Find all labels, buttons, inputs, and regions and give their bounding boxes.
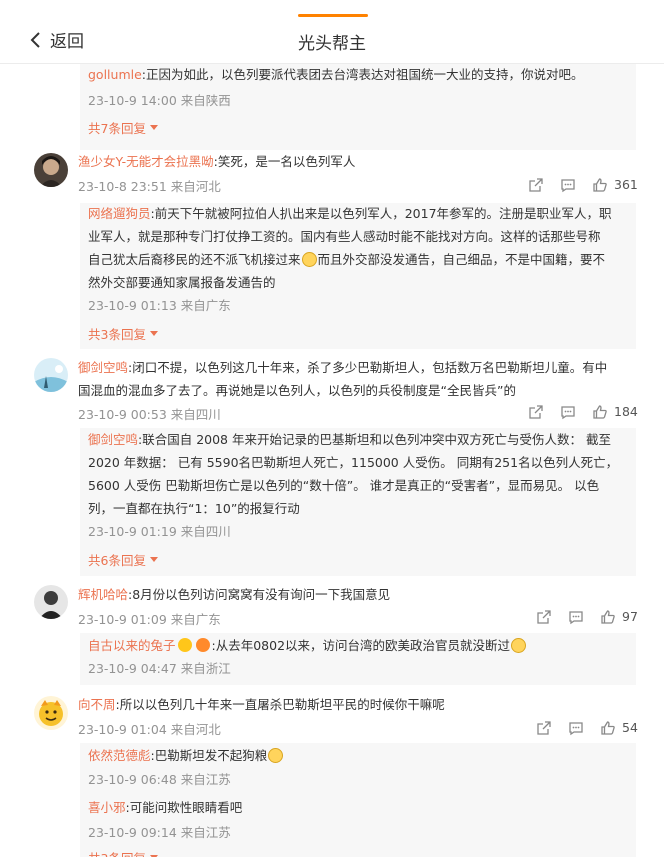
reply-content: gollumle:正因为如此，以色列要派代表团去台湾表达对祖国统一大业的支持，你… xyxy=(88,63,630,86)
reply-username[interactable]: 御剑空鸣 xyxy=(88,432,138,447)
more-replies-label: 共3条回复 xyxy=(88,848,146,857)
caret-down-icon xyxy=(149,330,158,336)
like-count: 54 xyxy=(622,720,638,735)
comment-text: :8月份以色列访问窝窝有没有询问一下我国意见 xyxy=(128,587,391,602)
reply-text-line: 5600 人受伤 巴勒斯坦伤亡是以色列的“数十倍”。 谁才是真正的“受害者”，显… xyxy=(88,478,600,493)
like-count: 97 xyxy=(622,609,638,624)
caret-down-icon xyxy=(149,124,158,130)
reply-username[interactable]: 喜小邪 xyxy=(88,800,126,815)
reply-content: 依然范德彪:巴勒斯坦发不起狗粮 xyxy=(88,744,630,767)
share-icon[interactable] xyxy=(528,404,544,420)
caret-down-icon xyxy=(149,854,158,857)
like-icon[interactable] xyxy=(600,609,616,625)
reply-text: :可能问欺性眼睛看吧 xyxy=(125,800,243,815)
reply-username[interactable]: 网络遛狗员 xyxy=(88,206,151,221)
reply-text-line: :联合国自 2008 年来开始记录的巴基斯坦和以色列冲突中双方死亡与受伤人数： … xyxy=(138,432,611,447)
avatar[interactable] xyxy=(34,585,68,619)
comment-content: 向不周:所以以色列几十年来一直屠杀巴勒斯坦平民的时候你干嘛呢 xyxy=(78,693,638,716)
reply-username[interactable]: gollumle xyxy=(88,67,142,82)
share-icon[interactable] xyxy=(536,720,552,736)
reply-text: :巴勒斯坦发不起狗粮 xyxy=(150,748,268,763)
avatar[interactable] xyxy=(34,358,68,392)
emoji-icon xyxy=(511,638,527,653)
share-icon[interactable] xyxy=(536,609,552,625)
reply-text-line: 业军人，就是那种专门打仗挣工资的。国内有些人感动时能不能找对方向。这样的话那些号… xyxy=(88,229,601,244)
reply-meta: 23-10-9 01:19 来自四川 xyxy=(88,524,231,539)
comment-username[interactable]: 渔少女Y-无能才会拉黑呦 xyxy=(78,154,214,169)
comment-username[interactable]: 辉机哈哈 xyxy=(78,587,128,602)
comment-content: 御剑空鸣:闭口不提，以色列这几十年来，杀了多少巴勒斯坦人，包括数万名巴勒斯坦儿童… xyxy=(78,356,638,379)
more-replies-link[interactable]: 共6条回复 xyxy=(88,550,159,569)
reply-content: 网络遛狗员:前天下午就被阿拉伯人扒出来是以色列军人，2017年参军的。注册是职业… xyxy=(88,202,630,225)
reply-content: 自古以来的兔子 :从去年0802以来，访问台湾的欧美政治官员就没断过 xyxy=(88,634,630,657)
reply-text-line: 然外交部要通知家属报备发通告的 xyxy=(88,275,276,290)
comment-icon[interactable] xyxy=(568,609,584,625)
emoji-icon xyxy=(301,252,317,267)
reply-meta: 23-10-9 09:14 来自江苏 xyxy=(88,825,231,840)
like-count: 361 xyxy=(614,177,638,192)
comment-text-line: 国混血的混血多了去了。再说她是以色列人，以色列的兵役制度是“全民皆兵”的 xyxy=(78,383,516,398)
comment-text: :所以以色列几十年来一直屠杀巴勒斯坦平民的时候你干嘛呢 xyxy=(115,697,445,712)
reply-meta: 23-10-9 01:13 来自广东 xyxy=(88,298,231,313)
reply-text-line: 自己犹太后裔移民的还不派飞机接过来 而且外交部没发通告，自己细品，不是中国籍，要不 xyxy=(88,248,630,271)
like-icon[interactable] xyxy=(592,404,608,420)
crown-badge-icon xyxy=(195,638,210,652)
comment-username[interactable]: 御剑空鸣 xyxy=(78,360,128,375)
reply-text: :从去年0802以来，访问台湾的欧美政治官员就没断过 xyxy=(211,638,511,653)
reply-meta: 23-10-9 06:48 来自江苏 xyxy=(88,772,231,787)
reply-content: 喜小邪:可能问欺性眼睛看吧 xyxy=(88,796,630,819)
reply-text-segment: 而且外交部没发通告，自己细品，不是中国籍，要不 xyxy=(317,252,606,267)
like-icon[interactable] xyxy=(592,177,608,193)
comment-content: 辉机哈哈:8月份以色列访问窝窝有没有询问一下我国意见 xyxy=(78,583,638,606)
top-bar: 返回 光头帮主 xyxy=(0,0,664,64)
reply-meta: 23-10-9 04:47 来自浙江 xyxy=(88,661,231,676)
reply-username[interactable]: 依然范德彪 xyxy=(88,748,151,763)
emoji-icon xyxy=(268,748,284,763)
caret-down-icon xyxy=(149,556,158,562)
comment-username[interactable]: 向不周 xyxy=(78,697,116,712)
reply-meta: 23-10-9 14:00 来自陕西 xyxy=(88,93,231,108)
share-icon[interactable] xyxy=(528,177,544,193)
more-replies-link[interactable]: 共7条回复 xyxy=(88,118,159,137)
more-replies-link[interactable]: 共3条回复 xyxy=(88,324,159,343)
reply-text-line: 2020 年数据： 已有 5590名巴勒斯坦人死亡，115000 人受伤。 同期… xyxy=(88,455,619,470)
more-replies-label: 共3条回复 xyxy=(88,327,146,342)
comment-icon[interactable] xyxy=(568,720,584,736)
comment-meta: 23-10-8 23:51 来自河北 xyxy=(78,179,221,194)
reply-text-line: 列，一直都在执行“1：10”的报复行动 xyxy=(88,501,300,516)
comment-meta: 23-10-9 01:04 来自河北 xyxy=(78,722,221,737)
like-icon[interactable] xyxy=(600,720,616,736)
reply-text-segment: 自己犹太后裔移民的还不派飞机接过来 xyxy=(88,252,301,267)
more-replies-link[interactable]: 共3条回复 xyxy=(88,848,159,857)
accent-bar xyxy=(298,14,368,17)
reply-text-line: :前天下午就被阿拉伯人扒出来是以色列军人，2017年参军的。注册是职业军人，职 xyxy=(150,206,612,221)
reply-username[interactable]: 自古以来的兔子 xyxy=(88,638,176,653)
avatar[interactable] xyxy=(34,696,68,730)
reply-text: :正因为如此，以色列要派代表团去台湾表达对祖国统一大业的支持，你说对吧。 xyxy=(141,67,584,82)
comment-meta: 23-10-9 01:09 来自广东 xyxy=(78,612,221,627)
comment-icon[interactable] xyxy=(560,404,576,420)
page-title: 光头帮主 xyxy=(298,34,366,54)
more-replies-label: 共6条回复 xyxy=(88,553,146,568)
comment-text-line: :闭口不提，以色列这几十年来，杀了多少巴勒斯坦人，包括数万名巴勒斯坦儿童。有中 xyxy=(128,360,608,375)
avatar[interactable] xyxy=(34,153,68,187)
comment-content: 渔少女Y-无能才会拉黑呦:笑死，是一名以色列军人 xyxy=(78,150,638,173)
more-replies-label: 共7条回复 xyxy=(88,121,146,136)
comment-text: :笑死，是一名以色列军人 xyxy=(213,154,356,169)
reply-content: 御剑空鸣:联合国自 2008 年来开始记录的巴基斯坦和以色列冲突中双方死亡与受伤… xyxy=(88,428,630,451)
comment-meta: 23-10-9 00:53 来自四川 xyxy=(78,407,221,422)
comment-icon[interactable] xyxy=(560,177,576,193)
like-count: 184 xyxy=(614,404,638,419)
verified-badge-icon xyxy=(177,638,192,652)
